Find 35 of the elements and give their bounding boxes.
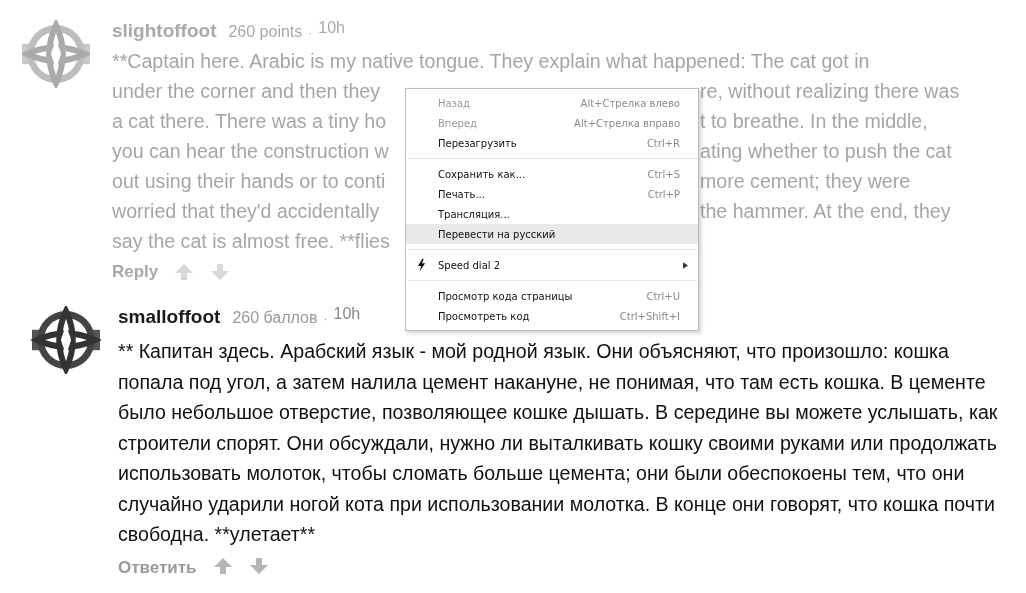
points-count: 260 points [228, 23, 303, 41]
comment-text: more cement; they were [700, 169, 911, 194]
menu-item[interactable]: Просмотр кода страницы Ctrl+U [406, 286, 698, 306]
separator-dot: · [308, 26, 313, 40]
menu-item[interactable]: Трансляция... [406, 204, 698, 224]
downvote-icon[interactable] [248, 555, 269, 576]
submenu-arrow-icon [683, 261, 688, 269]
timestamp: 10h [333, 305, 361, 323]
timestamp: 10h [318, 19, 345, 37]
menu-item[interactable]: Speed dial 2 [406, 255, 698, 275]
comment-text: worried that they'd accidentally [112, 199, 381, 224]
menu-item[interactable]: Просмотреть код Ctrl+Shift+I [406, 306, 698, 326]
menu-item[interactable]: Печать... Ctrl+P [406, 184, 698, 204]
comment-text: ** Капитан здесь. Арабский язык - мой родной язык. Они объясняют, что произошло: кошка попала под угол, а затем налила цемент накануне, не понимая, что там есть кошка. В цементе было небольшое отверстие, позволяющее кошке дышать. В середине вы можете услышать, как строители спорят. Они обсуждали, нужно ли выталкивать кошку своими руками или продолжать использовать молоток, чтобы сломать больше цемента; они были обеспокоены тем, что они случайно ударили ногой кота при использовании молотка. В конце они говорят, что кошка почти свободна. **улетает** [118, 339, 999, 547]
username[interactable]: smalloffoot [118, 306, 221, 328]
menu-item[interactable]: Сохранить как... Ctrl+S [406, 164, 698, 184]
comment-text: a cat there. There was a tiny ho [112, 109, 388, 134]
upvote-icon[interactable] [212, 555, 233, 576]
downvote-icon[interactable] [210, 262, 231, 282]
points-count: 260 баллов [232, 309, 318, 327]
comment-text: under the corner and then they [112, 79, 381, 104]
knot-avatar-drawing [22, 20, 90, 88]
comment-text: **Captain here. Arabic is my native tongue. They explain what happened: The cat got in [112, 49, 870, 74]
comment-text: say the cat is almost free. **flies [112, 229, 390, 254]
comment-text: you can hear the construction w [112, 139, 390, 164]
separator-dot: · [323, 312, 328, 326]
upvote-icon[interactable] [174, 262, 195, 282]
comment-text: ating whether to push the cat [700, 139, 952, 164]
comment-text: the hammer. At the end, they [700, 199, 951, 224]
comment-text: t to breathe. In the middle, [700, 109, 928, 134]
menu-item[interactable]: Перезагрузить Ctrl+R [406, 133, 698, 153]
menu-item[interactable]: Перевести на русский [406, 224, 698, 244]
lightning-icon [417, 258, 426, 272]
comment-text: re, without realizing there was [700, 79, 960, 104]
comment-text: out using their hands or to conti [112, 169, 387, 194]
